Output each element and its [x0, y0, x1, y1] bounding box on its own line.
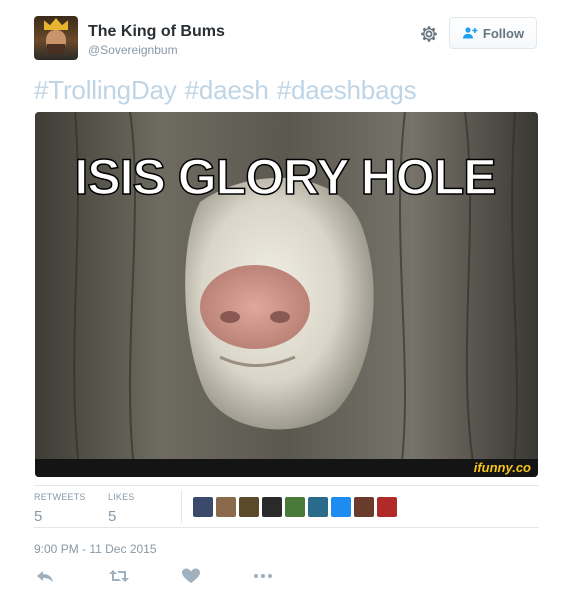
gear-icon[interactable] — [418, 23, 440, 45]
hashtag-link[interactable]: #daesh — [185, 75, 269, 105]
liker-avatar[interactable] — [216, 497, 236, 517]
liker-avatar[interactable] — [331, 497, 351, 517]
liker-avatar[interactable] — [239, 497, 259, 517]
crown-shape — [44, 18, 68, 30]
avatar[interactable] — [34, 16, 78, 60]
user-name[interactable]: The King of Bums — [88, 23, 225, 41]
stats-divider — [181, 490, 182, 523]
liker-avatar[interactable] — [308, 497, 328, 517]
tweet-actions — [36, 568, 296, 586]
meme-caption: ISIS GLORY HOLE — [74, 149, 495, 205]
follow-label: Follow — [482, 25, 525, 41]
retweet-icon[interactable] — [109, 568, 129, 584]
heart-icon[interactable] — [182, 568, 200, 584]
hashtag-link[interactable]: #TrollingDay — [34, 75, 177, 105]
meme-image: ISIS GLORY HOLE ifunny.co — [35, 112, 538, 477]
likes-stat[interactable]: LIKES 5 — [108, 492, 135, 525]
likes-label: LIKES — [108, 492, 135, 502]
liker-avatar[interactable] — [285, 497, 305, 517]
add-user-icon — [462, 27, 478, 39]
liker-avatar[interactable] — [262, 497, 282, 517]
follow-button[interactable]: Follow — [449, 17, 537, 49]
user-handle[interactable]: @Sovereignbum — [88, 43, 178, 57]
reply-icon[interactable] — [36, 568, 54, 584]
retweets-label: RETWEETS — [34, 492, 86, 502]
watermark: ifunny.co — [474, 460, 531, 475]
liker-avatar[interactable] — [377, 497, 397, 517]
retweets-count: 5 — [34, 508, 43, 525]
beard-shape — [47, 44, 65, 54]
tweet-text: #TrollingDay #daesh #daeshbags — [34, 75, 424, 106]
liker-avatar[interactable] — [354, 497, 374, 517]
more-icon[interactable] — [253, 568, 273, 584]
tweet-header: The King of Bums @Sovereignbum Follow — [34, 16, 539, 60]
tweet-timestamp[interactable]: 9:00 PM - 11 Dec 2015 — [34, 542, 157, 556]
hashtag-link[interactable]: #daeshbags — [277, 75, 417, 105]
tweet-stats: RETWEETS 5 LIKES 5 — [34, 485, 539, 528]
likers-list — [193, 497, 397, 517]
tweet-media[interactable]: ISIS GLORY HOLE ifunny.co — [35, 112, 538, 477]
retweets-stat[interactable]: RETWEETS 5 — [34, 492, 86, 525]
liker-avatar[interactable] — [193, 497, 213, 517]
likes-count: 5 — [108, 508, 117, 525]
